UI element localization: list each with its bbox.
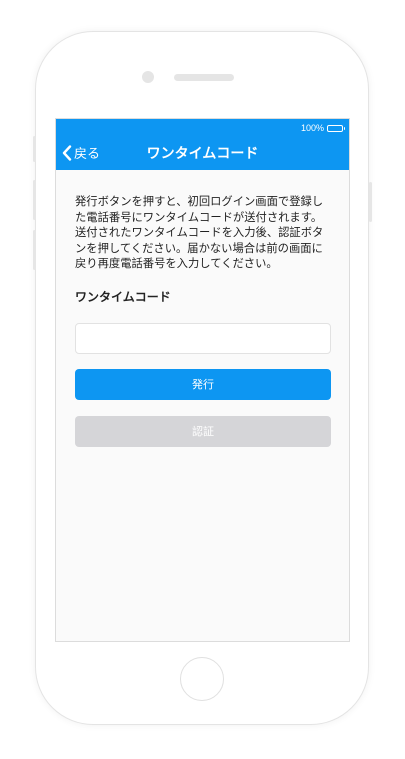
- phone-power-button: [369, 182, 372, 222]
- battery-percent: 100%: [300, 123, 324, 133]
- front-camera: [142, 71, 154, 83]
- instruction-text: 発行ボタンを押すと、初回ログイン画面で登録した電話番号にワンタイムコードが送付さ…: [75, 195, 324, 270]
- screen: 100% 戻る ワンタイムコード 発行ボタンを押すと、初回ログイン画面で登録した…: [55, 118, 350, 642]
- earpiece-speaker: [174, 74, 234, 81]
- one-time-code-label: ワンタイムコード: [75, 289, 171, 304]
- phone-volume-down: [33, 230, 36, 270]
- phone-side-button: [33, 136, 36, 162]
- phone-volume-up: [33, 180, 36, 220]
- battery-icon: [327, 124, 345, 132]
- issue-button[interactable]: 発行: [75, 368, 331, 400]
- page-title: ワンタイムコード: [146, 146, 259, 162]
- status-bar: 100%: [300, 123, 345, 133]
- navigation-bar: 100% 戻る ワンタイムコード: [56, 119, 349, 170]
- verify-button[interactable]: 認証: [75, 415, 331, 447]
- main-content: 発行ボタンを押すと、初回ログイン画面で登録した電話番号にワンタイムコードが送付さ…: [75, 194, 331, 447]
- home-button[interactable]: [180, 657, 224, 701]
- one-time-code-input[interactable]: [75, 322, 331, 354]
